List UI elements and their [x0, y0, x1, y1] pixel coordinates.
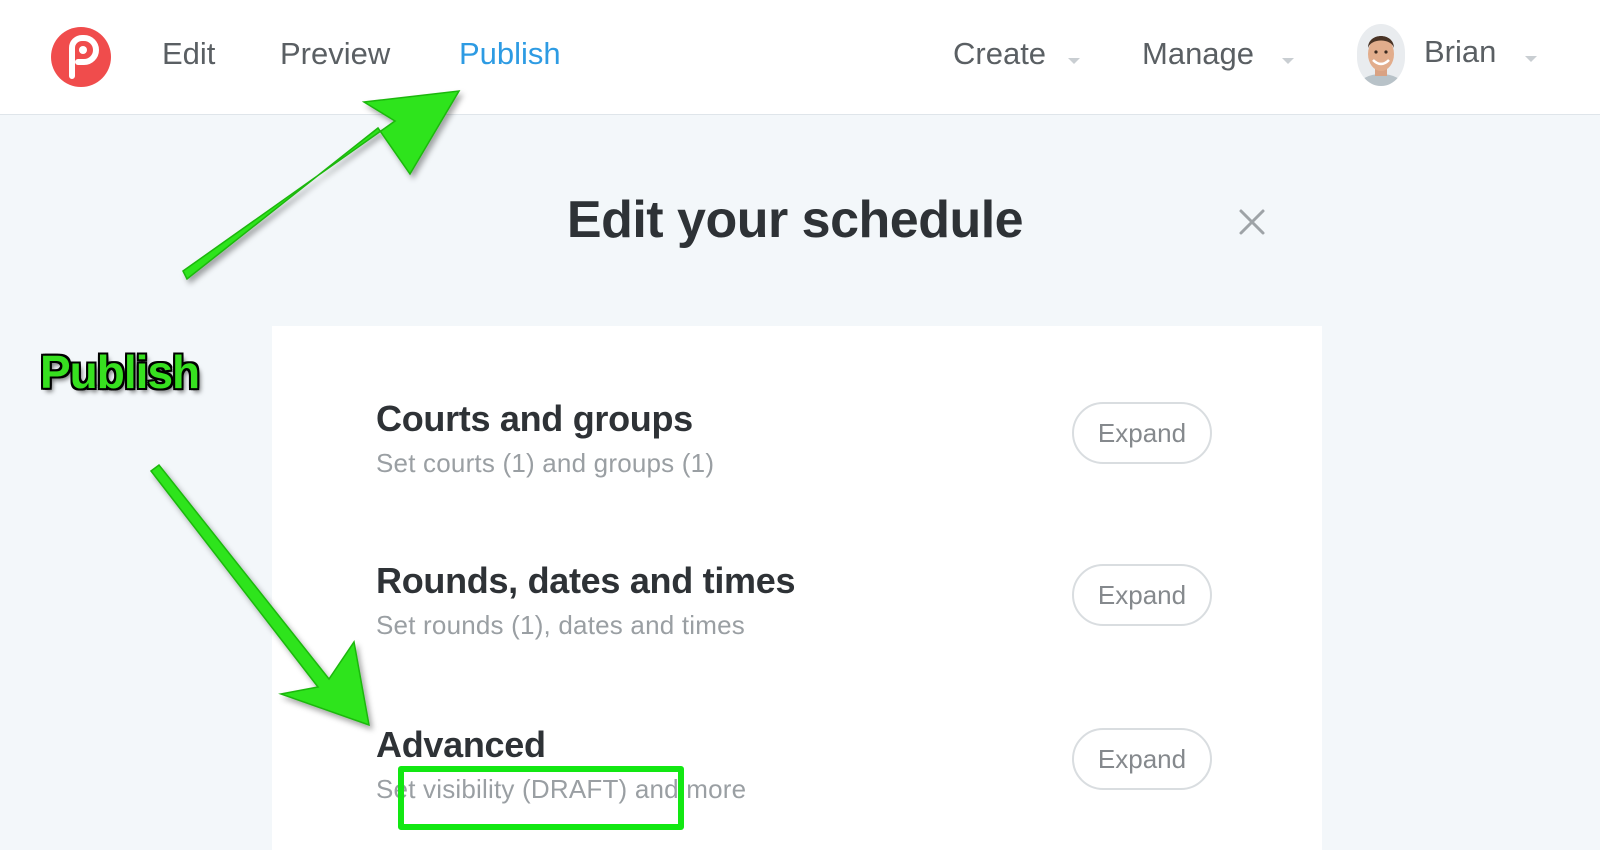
section-title: Rounds, dates and times	[376, 560, 796, 601]
user-chevron-down-icon[interactable]	[1525, 56, 1537, 62]
expand-advanced-button[interactable]: Expand	[1072, 728, 1212, 790]
page-title-text: Edit your schedule	[566, 191, 1024, 249]
nav-manage-menu[interactable]: Manage	[1142, 36, 1254, 72]
section-subtitle: Set courts (1) and groups (1)	[376, 448, 715, 478]
expand-courts-and-groups-button[interactable]: Expand	[1072, 402, 1212, 464]
close-icon[interactable]	[1236, 206, 1268, 238]
user-avatar[interactable]	[1357, 24, 1405, 86]
nav-edit-link[interactable]: Edit	[162, 36, 215, 72]
create-chevron-down-icon[interactable]	[1068, 58, 1080, 64]
expand-rounds-dates-times-button[interactable]: Expand	[1072, 564, 1212, 626]
user-menu[interactable]: Brian	[1424, 34, 1496, 70]
section-title: Courts and groups	[376, 398, 693, 439]
arrow-to-publish-tab-icon	[182, 90, 461, 281]
nav-preview-link[interactable]: Preview	[280, 36, 390, 72]
section-title: Advanced	[376, 724, 546, 765]
draft-visibility-highlight	[398, 766, 684, 830]
nav-publish-link[interactable]: Publish	[459, 36, 561, 72]
manage-chevron-down-icon[interactable]	[1282, 58, 1294, 64]
top-navigation-bar: Edit Preview Publish Create Manage Brian	[0, 0, 1600, 115]
nav-create-menu[interactable]: Create	[953, 36, 1046, 72]
page-title: Edit your schedule	[0, 190, 1600, 250]
section-subtitle: Set rounds (1), dates and times	[376, 610, 745, 640]
annotation-label: Publish	[40, 346, 200, 398]
brand-p-logo-icon[interactable]	[50, 26, 112, 88]
